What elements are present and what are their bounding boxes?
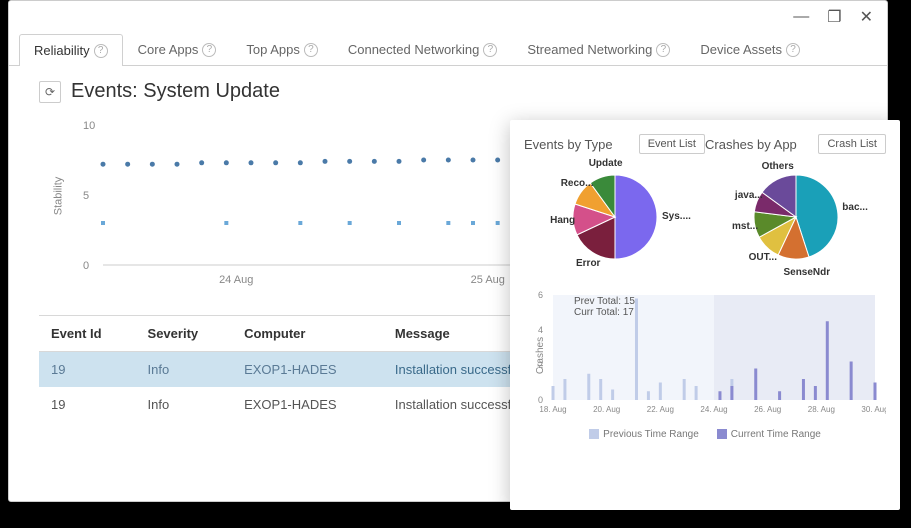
side-panel: Events by Type Event List Sys.... Error Ha… [510,120,900,510]
svg-text:26. Aug: 26. Aug [754,405,781,414]
help-icon[interactable]: ? [786,43,800,57]
tab-connected-networking[interactable]: Connected Networking? [333,33,513,65]
table-cell: 19 [39,352,136,388]
page-title-row: ⟳ Events: System Update [39,80,857,103]
col-computer[interactable]: Computer [232,316,383,352]
events-by-type-col: Events by Type Event List Sys.... Error Ha… [524,134,705,282]
pie-slice-label: Others [762,161,794,172]
help-icon[interactable]: ? [94,44,108,58]
help-icon[interactable]: ? [483,43,497,57]
crashes-bar-chart: Crashes Prev Total: 15 Curr Total: 17 0 2… [524,290,886,460]
legend-label: Current Time Range [731,429,821,440]
tab-reliability[interactable]: Reliability? [19,34,123,66]
table-cell: EXOP1-HADES [232,387,383,422]
tab-device-assets[interactable]: Device Assets? [685,33,815,65]
svg-text:25 Aug: 25 Aug [471,274,505,286]
svg-text:18. Aug: 18. Aug [539,405,566,414]
pie-slice-label: Update [589,158,623,169]
legend-swatch [717,429,727,439]
tab-label: Core Apps [138,42,199,57]
tab-top-apps[interactable]: Top Apps? [231,33,333,65]
close-icon[interactable]: ✕ [860,7,873,27]
col-event-id[interactable]: Event Id [39,316,136,352]
crashes-by-app-col: Crashes by App Crash List bac... SenseNdr… [705,134,886,282]
prev-total: Prev Total: 15 [574,296,635,307]
pie-slice-label: bac... [842,202,868,213]
legend-curr: Current Time Range [717,429,821,440]
events-pie: Sys....ErrorHangReco...Update [524,162,705,282]
bar-legend: Previous Time Range Current Time Range [524,429,886,440]
pie-slice-label: Error [576,258,600,269]
svg-text:24 Aug: 24 Aug [219,274,253,286]
svg-text:28. Aug: 28. Aug [808,405,835,414]
tab-label: Top Apps [246,42,300,57]
tab-label: Reliability [34,43,90,58]
pie-title: Crashes by App [705,137,797,152]
help-icon[interactable]: ? [202,43,216,57]
tab-label: Device Assets [700,42,782,57]
pie-slice-label: Reco... [561,178,594,189]
svg-text:22. Aug: 22. Aug [647,405,674,414]
titlebar: — ❐ ✕ [9,1,887,33]
page-title: Events: System Update [71,80,280,103]
svg-text:5: 5 [83,190,89,202]
event-list-button[interactable]: Event List [639,134,705,154]
cell-link[interactable]: 19 [51,362,65,377]
maximize-icon[interactable]: ❐ [827,7,841,27]
panel-top: Events by Type Event List Sys.... Error Ha… [524,134,886,282]
pie-slice-label: Sys.... [662,211,691,222]
crashes-y-label: Crashes [535,337,546,374]
help-icon[interactable]: ? [304,43,318,57]
y-axis-label: Stability [52,177,64,216]
svg-text:6: 6 [538,290,543,300]
cell-link[interactable]: EXOP1-HADES [244,362,336,377]
pie-slice-label: OUT... [749,252,777,263]
minimize-icon[interactable]: — [793,8,809,26]
pie-slice-label: mst... [732,221,758,232]
svg-text:10: 10 [83,120,95,132]
pie-slice-label: java... [735,190,763,201]
table-cell: EXOP1-HADES [232,352,383,388]
tab-core-apps[interactable]: Core Apps? [123,33,232,65]
curr-total: Curr Total: 17 [574,307,635,318]
tab-label: Connected Networking [348,42,480,57]
svg-text:0: 0 [538,395,543,405]
table-cell: Info [136,387,233,422]
svg-text:24. Aug: 24. Aug [700,405,727,414]
table-cell: Info [136,352,233,388]
totals-box: Prev Total: 15 Curr Total: 17 [574,296,635,318]
col-severity[interactable]: Severity [136,316,233,352]
svg-text:4: 4 [538,325,543,335]
refresh-icon: ⟳ [45,85,55,99]
tab-streamed-networking[interactable]: Streamed Networking? [512,33,685,65]
tab-bar: Reliability? Core Apps? Top Apps? Connec… [9,33,887,66]
svg-text:0: 0 [83,260,89,272]
tab-label: Streamed Networking [527,42,652,57]
svg-text:20. Aug: 20. Aug [593,405,620,414]
crash-list-button[interactable]: Crash List [818,134,886,154]
legend-prev: Previous Time Range [589,429,699,440]
pie-slice-label: SenseNdr [783,267,830,278]
crashes-pie: bac... SenseNdr OUT... mst... java... Others [705,162,886,282]
pie-title: Events by Type [524,137,613,152]
legend-label: Previous Time Range [603,429,699,440]
refresh-button[interactable]: ⟳ [39,81,61,103]
cell-link[interactable]: Info [148,362,170,377]
svg-text:30. Aug: 30. Aug [861,405,886,414]
help-icon[interactable]: ? [656,43,670,57]
legend-swatch [589,429,599,439]
pie-slice-label: Hang [550,215,575,226]
table-cell: 19 [39,387,136,422]
